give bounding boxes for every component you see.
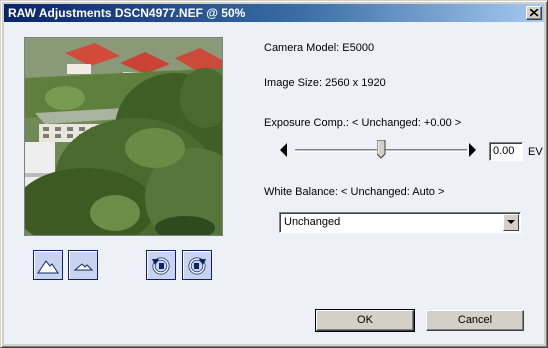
image-preview bbox=[24, 37, 223, 236]
ev-unit-label: EV bbox=[528, 146, 543, 158]
exposure-slider-thumb[interactable] bbox=[376, 140, 386, 159]
dialog-body: Camera Model: E5000 Image Size: 2560 x 1… bbox=[4, 22, 544, 344]
cancel-button[interactable]: Cancel bbox=[426, 310, 524, 331]
camera-model-label: Camera Model: E5000 bbox=[264, 42, 375, 54]
photo-thumbnail bbox=[25, 38, 222, 235]
dropdown-button[interactable] bbox=[503, 214, 519, 231]
rotate-right-button[interactable] bbox=[182, 250, 212, 280]
white-balance-selected-value: Unchanged bbox=[284, 216, 341, 228]
exposure-comp-label: Exposure Comp.: < Unchanged: +0.00 > bbox=[264, 117, 462, 129]
increase-contrast-button[interactable] bbox=[33, 250, 63, 280]
rotate-left-button[interactable] bbox=[146, 250, 176, 280]
mountain-small-icon bbox=[73, 263, 94, 271]
slider-increase-arrow-icon[interactable] bbox=[469, 143, 477, 157]
close-button[interactable] bbox=[526, 6, 542, 20]
close-icon bbox=[530, 9, 539, 17]
white-balance-select[interactable]: Unchanged bbox=[279, 212, 521, 233]
ok-button[interactable]: OK bbox=[315, 309, 415, 332]
window-title: RAW Adjustments DSCN4977.NEF @ 50% bbox=[8, 6, 246, 20]
title-bar: RAW Adjustments DSCN4977.NEF @ 50% bbox=[4, 4, 544, 22]
mountain-large-icon bbox=[37, 260, 59, 274]
rotate-right-icon bbox=[188, 257, 206, 275]
exposure-value-input[interactable]: 0.00 bbox=[489, 142, 523, 161]
decrease-contrast-button[interactable] bbox=[68, 250, 98, 280]
chevron-down-icon bbox=[507, 220, 515, 224]
slider-decrease-arrow-icon[interactable] bbox=[280, 143, 288, 157]
image-size-label: Image Size: 2560 x 1920 bbox=[264, 77, 386, 89]
rotate-left-icon bbox=[152, 257, 170, 275]
white-balance-label: White Balance: < Unchanged: Auto > bbox=[264, 186, 445, 198]
raw-adjustments-dialog: RAW Adjustments DSCN4977.NEF @ 50% Camer… bbox=[0, 0, 548, 348]
